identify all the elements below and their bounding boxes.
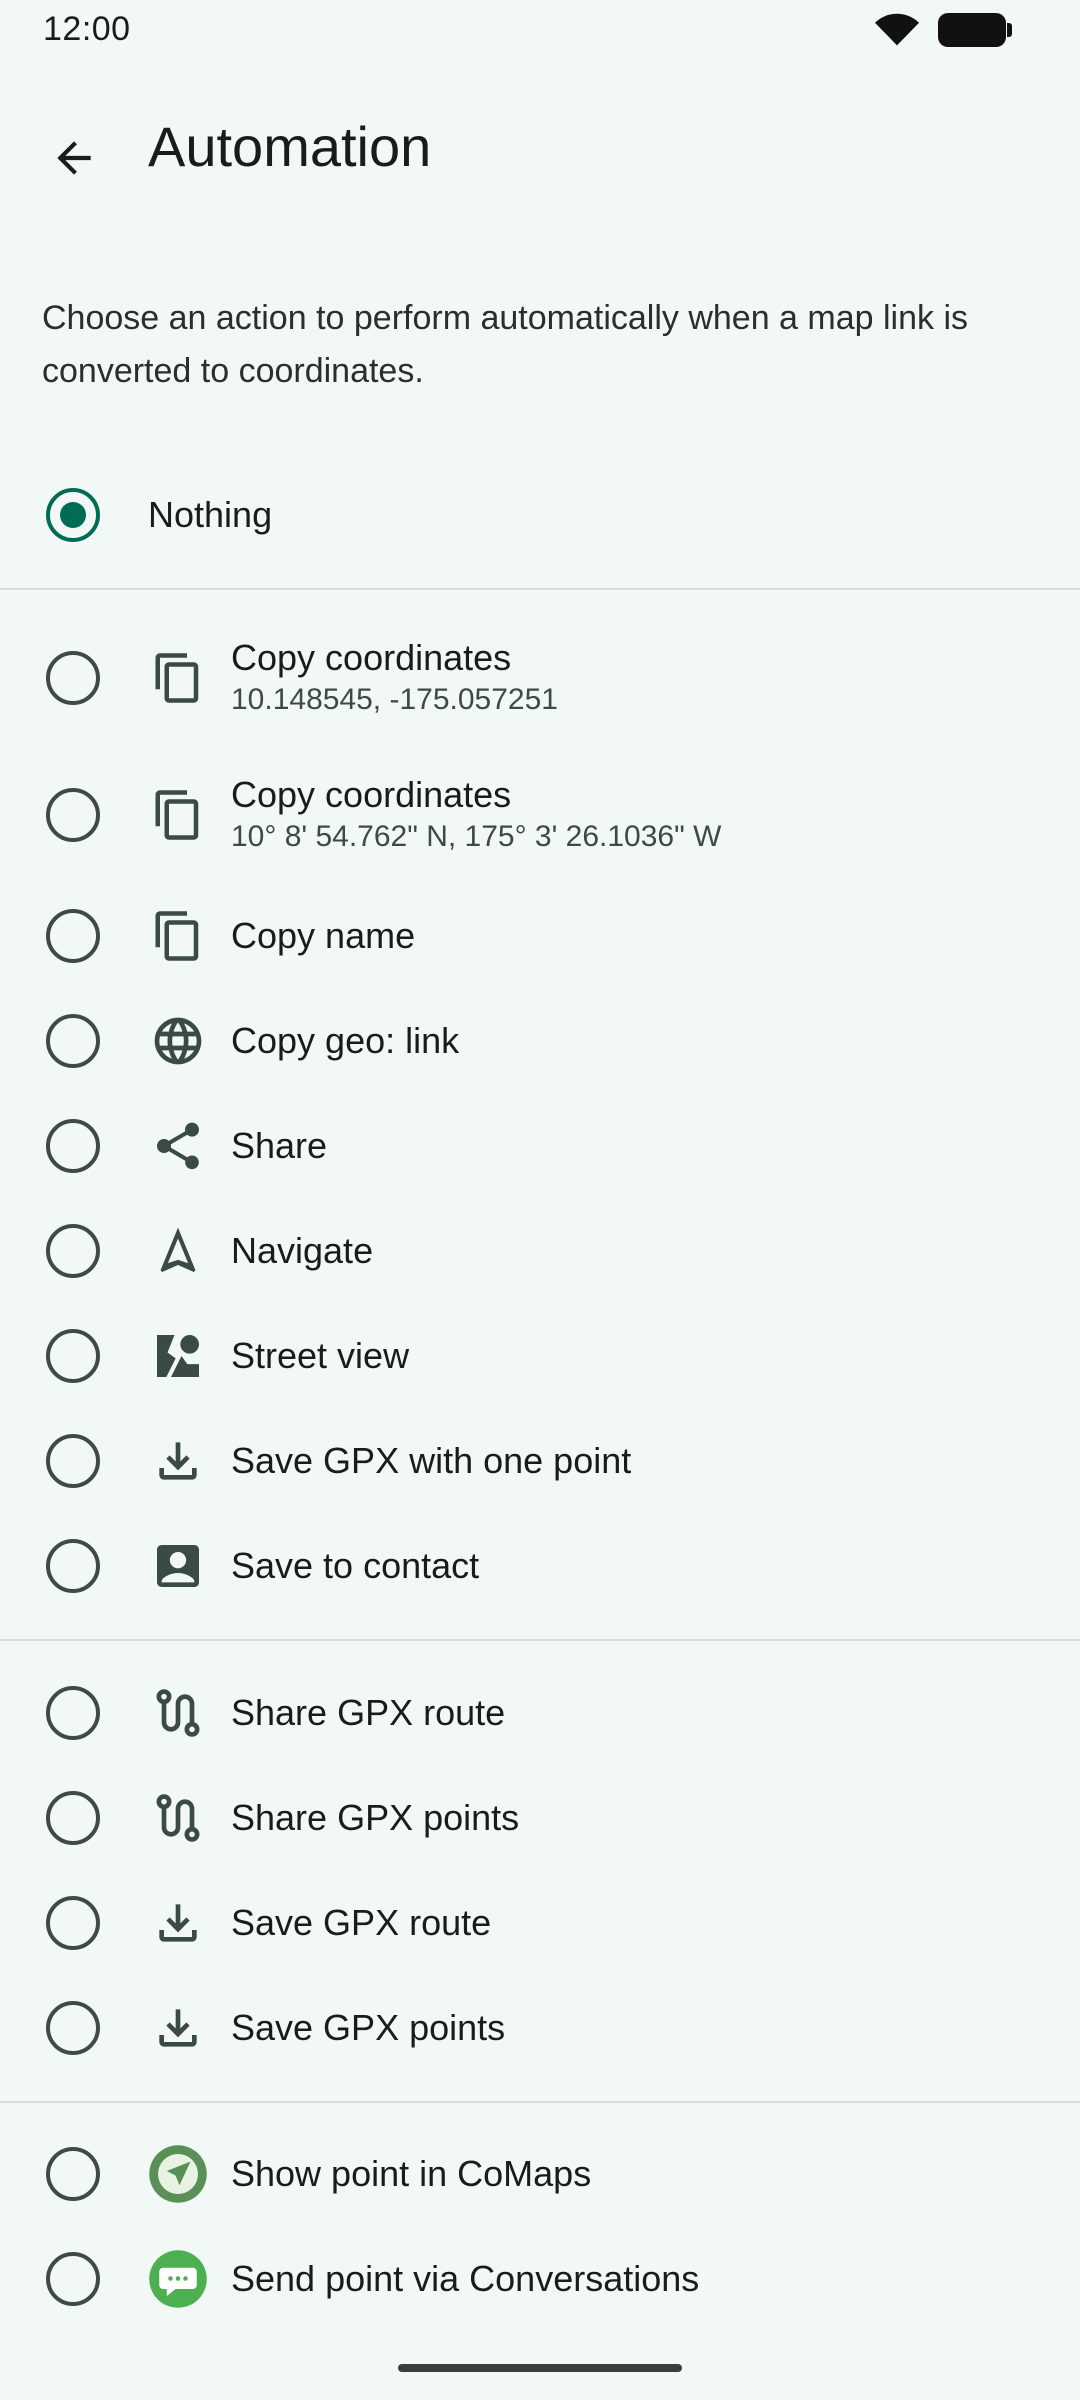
option-text: Copy coordinates 10° 8' 54.762" N, 175° … — [231, 773, 721, 857]
radio-button[interactable] — [46, 1014, 100, 1068]
app-bar: Automation — [0, 88, 1080, 208]
option-label: Save GPX route — [231, 1902, 492, 1943]
copy-icon — [148, 906, 208, 966]
route-icon — [148, 1683, 208, 1743]
option-label: Navigate — [231, 1230, 374, 1271]
divider — [0, 2101, 1080, 2103]
option-send-via-conversations[interactable]: Send point via Conversations — [0, 2229, 1080, 2329]
option-street-view[interactable]: Street view — [0, 1306, 1080, 1406]
option-label: Save GPX points — [231, 2007, 506, 2048]
option-label: Copy coordinates — [231, 774, 512, 815]
option-navigate[interactable]: Navigate — [0, 1201, 1080, 1301]
comaps-app-icon — [148, 2144, 208, 2204]
option-label: Share — [231, 1125, 328, 1166]
option-copy-coordinates-decimal[interactable]: Copy coordinates 10.148545, -175.057251 — [0, 628, 1080, 728]
download-icon — [148, 1431, 208, 1491]
option-share-gpx-route[interactable]: Share GPX route — [0, 1663, 1080, 1763]
radio-button[interactable] — [46, 2147, 100, 2201]
conversations-app-icon — [148, 2249, 208, 2309]
download-icon — [148, 1893, 208, 1953]
option-save-to-contact[interactable]: Save to contact — [0, 1516, 1080, 1616]
option-text: Copy geo: link — [231, 1019, 459, 1063]
option-text: Nothing — [148, 493, 272, 537]
option-save-gpx-route[interactable]: Save GPX route — [0, 1873, 1080, 1973]
option-label: Share GPX points — [231, 1797, 520, 1838]
share-icon — [148, 1116, 208, 1176]
option-text: Save GPX points — [231, 2006, 505, 2050]
option-label: Street view — [231, 1335, 410, 1376]
option-text: Save GPX route — [231, 1901, 491, 1945]
radio-button[interactable] — [46, 1224, 100, 1278]
wifi-icon — [874, 13, 920, 46]
status-time: 12:00 — [43, 10, 131, 48]
battery-icon — [938, 13, 1012, 47]
radio-button[interactable] — [46, 2252, 100, 2306]
option-nothing[interactable]: Nothing — [0, 465, 1080, 565]
option-text: Street view — [231, 1334, 409, 1378]
navigate-icon — [148, 1221, 208, 1281]
option-label: Share GPX route — [231, 1692, 506, 1733]
status-icons — [874, 12, 1012, 48]
radio-button[interactable] — [46, 1791, 100, 1845]
option-sublabel: 10° 8' 54.762" N, 175° 3' 26.1036" W — [231, 820, 722, 853]
copy-icon — [148, 785, 208, 845]
street-view-icon — [148, 1326, 208, 1386]
radio-button[interactable] — [46, 1329, 100, 1383]
option-copy-name[interactable]: Copy name — [0, 886, 1080, 986]
option-text: Copy name — [231, 914, 415, 958]
option-share[interactable]: Share — [0, 1096, 1080, 1196]
back-button[interactable] — [32, 116, 116, 200]
divider — [0, 1639, 1080, 1641]
radio-button[interactable] — [46, 1539, 100, 1593]
download-icon — [148, 1998, 208, 2058]
description-text: Choose an action to perform automaticall… — [42, 299, 969, 390]
option-label: Copy geo: link — [231, 1020, 460, 1061]
option-label: Save to contact — [231, 1545, 480, 1586]
route-icon — [148, 1788, 208, 1848]
option-text: Share GPX points — [231, 1796, 519, 1840]
radio-button[interactable] — [46, 1119, 100, 1173]
option-show-in-comaps[interactable]: Show point in CoMaps — [0, 2124, 1080, 2224]
option-sublabel: 10.148545, -175.057251 — [231, 683, 558, 716]
radio-button-selected[interactable] — [46, 488, 100, 542]
option-label: Copy name — [231, 915, 416, 956]
option-copy-geo-link[interactable]: Copy geo: link — [0, 991, 1080, 1091]
radio-button[interactable] — [46, 788, 100, 842]
radio-button[interactable] — [46, 2001, 100, 2055]
option-label: Nothing — [148, 494, 273, 535]
globe-icon — [148, 1011, 208, 1071]
option-label: Copy coordinates — [231, 637, 512, 678]
option-text: Send point via Conversations — [231, 2257, 699, 2301]
radio-button[interactable] — [46, 1434, 100, 1488]
option-save-gpx-points[interactable]: Save GPX points — [0, 1978, 1080, 2078]
option-text: Save GPX with one point — [231, 1439, 631, 1483]
home-indicator[interactable] — [398, 2364, 682, 2372]
radio-button[interactable] — [46, 1686, 100, 1740]
copy-icon — [148, 648, 208, 708]
radio-button[interactable] — [46, 651, 100, 705]
option-label: Save GPX with one point — [231, 1440, 632, 1481]
divider — [0, 588, 1080, 590]
option-label: Show point in CoMaps — [231, 2153, 592, 2194]
contact-icon — [148, 1536, 208, 1596]
option-text: Navigate — [231, 1229, 373, 1273]
option-save-gpx-one-point[interactable]: Save GPX with one point — [0, 1411, 1080, 1511]
status-bar: 12:00 — [0, 0, 1080, 62]
radio-button[interactable] — [46, 909, 100, 963]
option-copy-coordinates-dms[interactable]: Copy coordinates 10° 8' 54.762" N, 175° … — [0, 765, 1080, 865]
page-title: Automation — [148, 115, 432, 178]
radio-button[interactable] — [46, 1896, 100, 1950]
arrow-back-icon — [57, 141, 91, 175]
option-share-gpx-points[interactable]: Share GPX points — [0, 1768, 1080, 1868]
option-text: Share GPX route — [231, 1691, 505, 1735]
option-text: Copy coordinates 10.148545, -175.057251 — [231, 636, 558, 720]
option-text: Save to contact — [231, 1544, 479, 1588]
option-text: Show point in CoMaps — [231, 2152, 591, 2196]
option-text: Share — [231, 1124, 327, 1168]
option-label: Send point via Conversations — [231, 2258, 700, 2299]
